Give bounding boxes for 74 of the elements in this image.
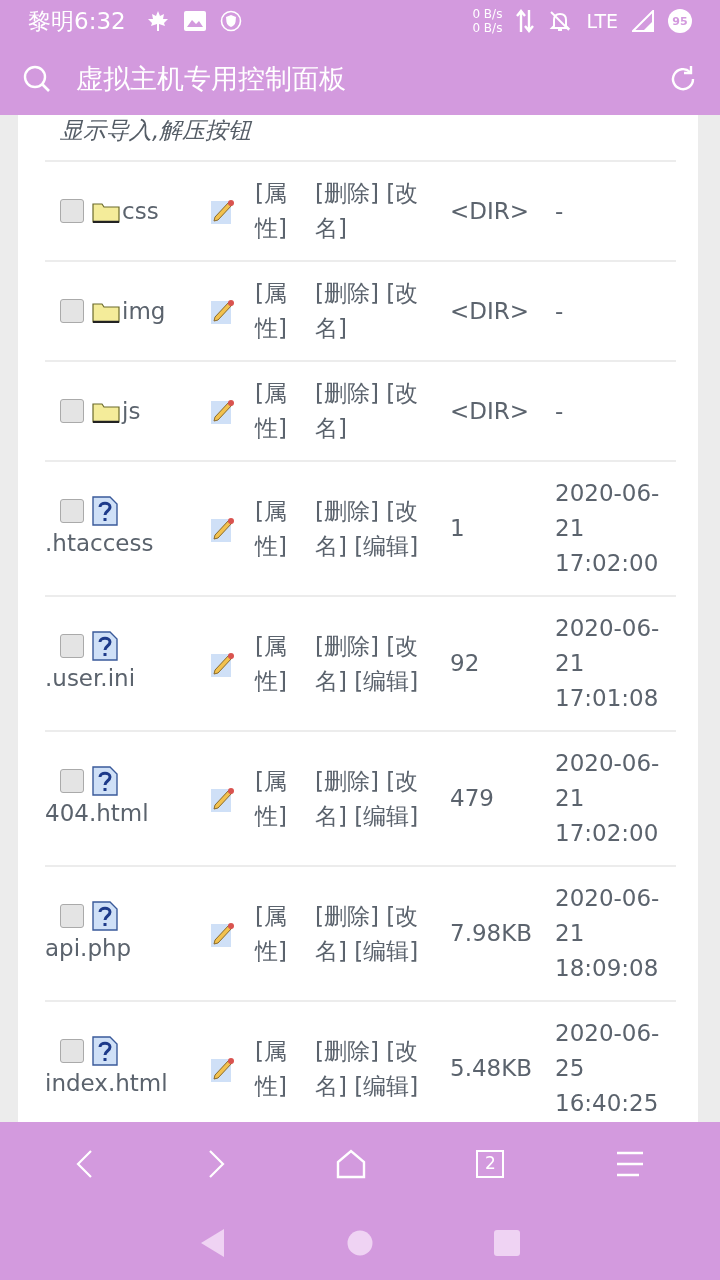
file-actions[interactable]: [删除] [改名] [编辑] [315,493,447,564]
file-name[interactable]: .htaccess [45,526,185,561]
image-icon [183,11,206,31]
file-actions[interactable]: [删除] [改名] [315,176,447,246]
checkbox[interactable] [60,199,84,223]
pencil-icon[interactable] [210,297,236,325]
network-type: LTE [586,10,618,32]
modified-time: - [555,396,565,426]
modified-time: 2020-06-21 18:09:08 [555,884,661,983]
file-actions[interactable]: [删除] [改名] [315,276,447,346]
checkbox[interactable] [60,499,84,523]
attributes-link[interactable]: [属性] [255,376,306,446]
unknown-file-icon [92,631,118,661]
file-size: 7.98KB [449,919,534,948]
recents-icon[interactable] [493,1229,520,1256]
search-icon[interactable] [22,63,52,94]
file-name[interactable]: js [122,393,141,429]
battery-level: 95 [668,9,692,33]
home-icon[interactable] [347,1229,373,1256]
file-name[interactable]: css [122,193,159,229]
modified-time: 2020-06-21 17:01:08 [555,614,661,713]
modified-time: 2020-06-21 17:02:00 [555,749,661,848]
attributes-link[interactable]: [属性] [255,493,306,564]
file-size: 5.48KB [449,1054,534,1083]
file-name[interactable]: img [122,293,166,329]
file-actions[interactable]: [删除] [改名] [编辑] [315,1033,447,1104]
file-size: 92 [449,649,481,678]
checkbox[interactable] [60,904,84,928]
checkbox[interactable] [60,769,84,793]
file-actions[interactable]: [删除] [改名] [编辑] [315,628,447,699]
unknown-file-icon [92,901,118,931]
attributes-link[interactable]: [属性] [255,898,306,969]
file-name[interactable]: .user.ini [45,661,185,696]
checkbox[interactable] [60,634,84,658]
status-time: 黎明6:32 [28,6,126,36]
page-title: 虚拟主机专用控制面板 [76,61,346,96]
file-size: <DIR> [449,396,531,426]
signal-icon [632,10,654,32]
file-actions[interactable]: [删除] [改名] [315,376,447,446]
unknown-file-icon [92,1036,118,1066]
file-size: 1 [449,514,466,543]
home-icon[interactable] [335,1148,366,1179]
file-size: <DIR> [449,196,531,226]
pencil-icon[interactable] [210,197,236,225]
file-actions[interactable]: [删除] [改名] [编辑] [315,763,447,834]
file-name[interactable]: index.html [45,1066,185,1101]
download-speed: 0 B/s [472,21,503,35]
file-actions[interactable]: [删除] [改名] [编辑] [315,898,447,969]
unknown-file-icon [92,766,118,796]
muted-bell-icon [548,9,573,33]
shield-icon [219,10,242,32]
pencil-icon[interactable] [210,397,236,425]
notice-text: 显示导入,解压按钮 [45,115,676,162]
attributes-link[interactable]: [属性] [255,628,306,699]
modified-time: 2020-06-21 17:02:00 [555,479,661,578]
modified-time: - [555,296,565,326]
file-size: 479 [449,784,495,813]
modified-time: - [555,196,565,226]
file-size: <DIR> [449,296,531,326]
attributes-link[interactable]: [属性] [255,176,306,246]
data-arrows-icon [516,8,535,34]
upload-speed: 0 B/s [472,7,503,21]
attributes-link[interactable]: [属性] [255,1033,306,1104]
attributes-link[interactable]: [属性] [255,276,306,346]
attributes-link[interactable]: [属性] [255,763,306,834]
unknown-file-icon [92,496,118,526]
file-name[interactable]: 404.html [45,796,185,831]
menu-icon[interactable] [614,1150,645,1177]
modified-time: 2020-06-25 16:40:25 [555,1019,661,1118]
file-name[interactable]: api.php [45,931,185,966]
checkbox[interactable] [60,399,84,423]
checkbox[interactable] [60,1039,84,1063]
checkbox[interactable] [60,299,84,323]
back-icon[interactable] [200,1227,227,1258]
